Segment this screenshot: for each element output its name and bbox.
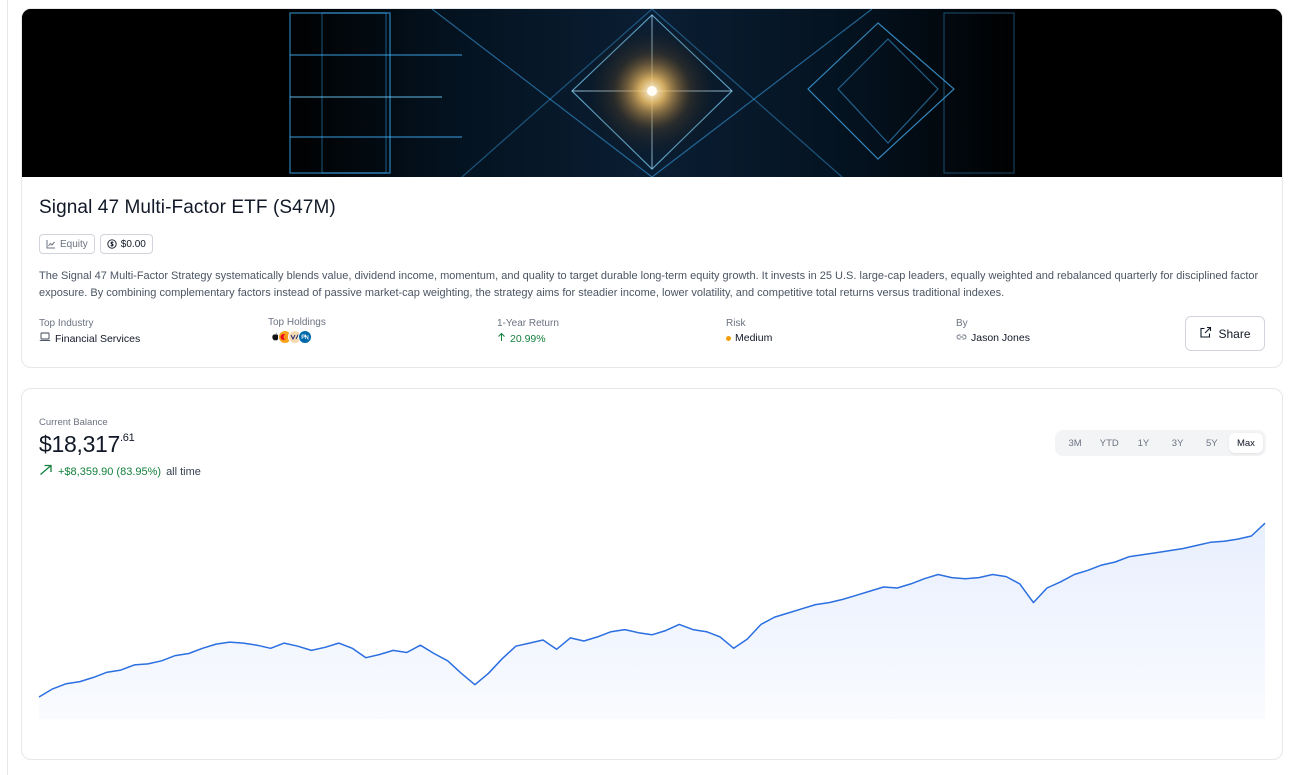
current-balance-label: Current Balance bbox=[39, 417, 108, 428]
page-left-divider bbox=[7, 0, 8, 775]
balance-change-amount: +$8,359.90 (83.95%) bbox=[58, 465, 162, 478]
fund-description: The Signal 47 Multi-Factor Strategy syst… bbox=[39, 270, 1259, 299]
holdings-logos bbox=[268, 330, 326, 344]
meta-top-industry: Top Industry Financial Services bbox=[39, 318, 140, 345]
chart-line-icon bbox=[46, 239, 56, 249]
range-button-5y[interactable]: 5Y bbox=[1195, 433, 1229, 453]
range-button-1y[interactable]: 1Y bbox=[1126, 433, 1160, 453]
top-holdings-label: Top Holdings bbox=[268, 317, 326, 328]
external-link-icon bbox=[1199, 326, 1212, 342]
risk-value: Medium bbox=[735, 332, 773, 344]
category-tag[interactable]: Equity bbox=[39, 234, 95, 254]
performance-card: Current Balance $18,317.61 +$8,359.90 (8… bbox=[21, 388, 1283, 760]
range-button-3m[interactable]: 3M bbox=[1058, 433, 1092, 453]
time-range-selector: 3M YTD 1Y 3Y 5Y Max bbox=[1055, 430, 1266, 456]
share-button-label: Share bbox=[1218, 326, 1251, 341]
range-button-ytd[interactable]: YTD bbox=[1092, 433, 1126, 453]
pnc-logo-icon[interactable] bbox=[298, 330, 312, 344]
trend-up-icon bbox=[39, 464, 53, 479]
balance-change-period: all time bbox=[166, 465, 201, 478]
fund-title: Signal 47 Multi-Factor ETF (S47M) bbox=[39, 197, 336, 218]
balance-cents: .61 bbox=[120, 432, 135, 444]
link-icon bbox=[956, 332, 967, 344]
laptop-icon bbox=[39, 332, 51, 345]
current-balance-value: $18,317.61 bbox=[39, 431, 135, 458]
balance-dollars: $18,317 bbox=[39, 431, 121, 457]
fund-info-card: Signal 47 Multi-Factor ETF (S47M) Equity… bbox=[21, 8, 1283, 368]
range-button-max[interactable]: Max bbox=[1228, 433, 1264, 453]
arrow-up-icon bbox=[497, 332, 506, 345]
range-button-3y[interactable]: 3Y bbox=[1161, 433, 1195, 453]
price-tag[interactable]: $0.00 bbox=[99, 234, 153, 254]
balance-line-chart bbox=[38, 522, 1266, 719]
fund-tags: Equity $0.00 bbox=[39, 234, 153, 254]
fund-banner-image bbox=[22, 9, 1282, 177]
author-value: Jason Jones bbox=[971, 332, 1030, 344]
risk-label: Risk bbox=[726, 318, 746, 329]
balance-change: +$8,359.90 (83.95%) all time bbox=[39, 464, 201, 479]
meta-risk: Risk Medium bbox=[726, 318, 772, 344]
meta-one-year-return: 1-Year Return 20.99% bbox=[497, 318, 559, 345]
one-year-return-value: 20.99% bbox=[510, 332, 546, 345]
risk-dot-icon bbox=[726, 335, 731, 341]
price-tag-label: $0.00 bbox=[120, 238, 146, 250]
dollar-circle-icon bbox=[107, 239, 117, 249]
share-button[interactable]: Share bbox=[1185, 316, 1265, 351]
top-industry-value: Financial Services bbox=[55, 332, 141, 345]
top-industry-label: Top Industry bbox=[39, 318, 94, 329]
meta-author: By Jason Jones bbox=[956, 318, 1030, 344]
one-year-return-label: 1-Year Return bbox=[497, 318, 559, 329]
meta-top-holdings: Top Holdings bbox=[268, 317, 326, 344]
author-label: By bbox=[956, 318, 968, 329]
category-tag-label: Equity bbox=[60, 238, 88, 250]
balance-area-fill bbox=[39, 523, 1265, 719]
